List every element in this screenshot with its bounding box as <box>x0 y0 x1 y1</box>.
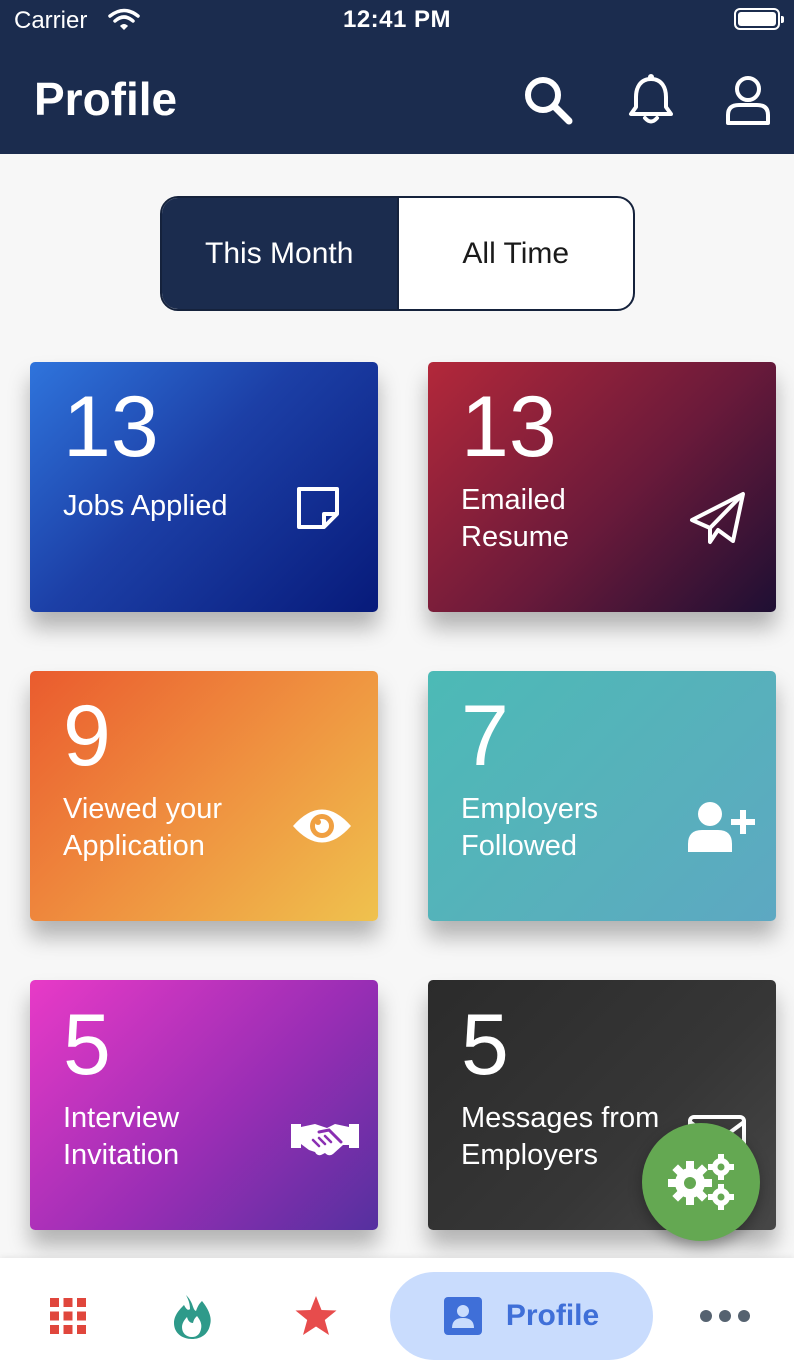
gears-icon <box>666 1151 736 1213</box>
messages-count: 5 <box>461 997 509 1093</box>
viewed-application-label: Viewed your Application <box>63 793 223 862</box>
settings-fab[interactable] <box>642 1123 760 1241</box>
jobs-applied-card[interactable]: 13 Jobs Applied <box>30 362 378 612</box>
tab-profile-label: Profile <box>505 1299 600 1332</box>
emailed-resume-card[interactable]: 13 Emailed Resume <box>428 362 776 612</box>
messages-label: Messages from Employers <box>461 1102 660 1171</box>
star-icon <box>294 1295 338 1337</box>
search-icon[interactable] <box>520 72 576 128</box>
header: Profile <box>0 44 794 154</box>
tab-star[interactable] <box>284 1272 348 1360</box>
employers-followed-label: Employers Followed <box>461 793 598 862</box>
tab-profile[interactable]: Profile <box>390 1272 653 1360</box>
grid-icon <box>49 1297 87 1335</box>
sticky-note-icon <box>292 482 344 534</box>
emailed-resume-count: 13 <box>461 379 557 475</box>
user-icon[interactable] <box>720 72 776 128</box>
employers-followed-count: 7 <box>461 688 509 784</box>
viewed-application-count: 9 <box>63 688 111 784</box>
this-month-tab[interactable]: This Month <box>162 198 399 309</box>
jobs-applied-count: 13 <box>63 379 159 475</box>
bell-icon[interactable] <box>623 72 679 128</box>
paper-plane-icon <box>686 488 750 548</box>
employers-followed-card[interactable]: 7 Employers Followed <box>428 671 776 921</box>
status-bar: Carrier 12:41 PM <box>0 0 794 44</box>
viewed-application-card[interactable]: 9 Viewed your Application <box>30 671 378 921</box>
handshake-icon <box>288 1116 362 1160</box>
page-title: Profile <box>34 73 178 125</box>
all-time-tab[interactable]: All Time <box>399 198 634 309</box>
interview-invitation-count: 5 <box>63 997 111 1093</box>
period-toggle: This Month All Time <box>160 196 635 311</box>
interview-invitation-card[interactable]: 5 Interview Invitation <box>30 980 378 1230</box>
tab-fire[interactable] <box>160 1272 224 1360</box>
profile-card-icon <box>443 1297 482 1335</box>
eye-icon <box>290 803 354 849</box>
tab-more[interactable] <box>690 1272 760 1360</box>
battery-icon <box>734 8 784 30</box>
jobs-applied-label: Jobs Applied <box>63 490 228 522</box>
tab-grid[interactable] <box>36 1272 100 1360</box>
emailed-resume-label: Emailed Resume <box>461 484 569 553</box>
status-time: 12:41 PM <box>342 6 452 33</box>
more-icon <box>699 1309 751 1323</box>
bottom-tab-bar: Profile <box>0 1258 794 1368</box>
user-plus-icon <box>686 799 756 855</box>
fire-icon <box>172 1293 212 1339</box>
interview-invitation-label: Interview Invitation <box>63 1102 180 1171</box>
